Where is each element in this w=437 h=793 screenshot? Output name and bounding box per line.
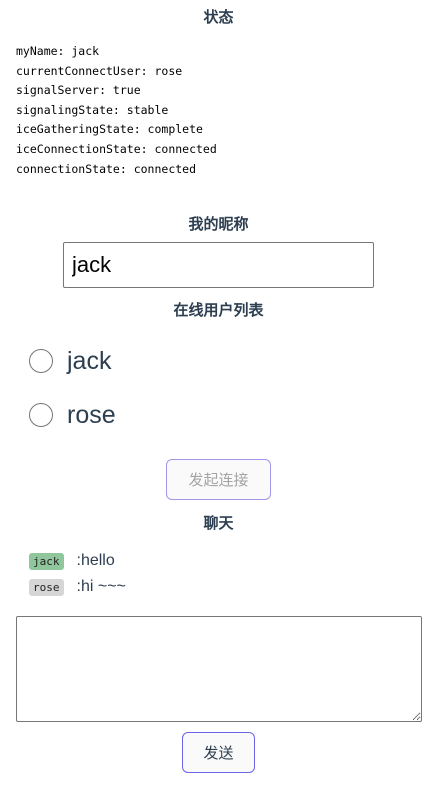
message-text: :hi ~~~	[76, 578, 126, 595]
chat-message: rose :hi ~~~	[29, 576, 126, 598]
status-line-signal-server: signalServer: true	[16, 83, 141, 98]
user-option-rose[interactable]: rose	[29, 400, 116, 430]
status-line-ice-connection-state: iceConnectionState: connected	[16, 141, 217, 156]
status-line-signaling-state: signalingState: stable	[16, 102, 169, 117]
status-title: 状态	[203, 8, 234, 26]
chat-title: 聊天	[203, 514, 234, 532]
chat-message-input[interactable]	[16, 616, 422, 722]
chat-message: jack :hello	[29, 550, 115, 572]
status-line-ice-gathering-state: iceGatheringState: complete	[16, 122, 203, 137]
nickname-input[interactable]	[63, 242, 374, 288]
nickname-title: 我的昵称	[188, 215, 249, 233]
user-badge: rose	[29, 578, 64, 596]
status-line-my-name: myName: jack	[16, 44, 100, 58]
status-panel: myName: jack currentConnectUser: rose sign…	[16, 42, 217, 179]
send-button[interactable]: 发送	[182, 732, 255, 773]
radio-button[interactable]	[29, 349, 53, 373]
online-users-title: 在线用户列表	[173, 301, 264, 319]
user-option-label: jack	[67, 346, 112, 375]
status-line-current-connect-user: currentConnectUser: rose	[16, 63, 183, 78]
webrtc-demo-page: 状态 myName: jack currentConnectUser: rose s…	[0, 0, 437, 793]
radio-button[interactable]	[29, 403, 53, 427]
status-line-connection-state: connectionState: connected	[16, 161, 197, 176]
user-badge: jack	[29, 552, 64, 570]
user-option-label: rose	[67, 400, 116, 429]
connect-button[interactable]: 发起连接	[166, 459, 271, 500]
user-option-jack[interactable]: jack	[29, 346, 111, 376]
message-text: :hello	[76, 552, 115, 569]
